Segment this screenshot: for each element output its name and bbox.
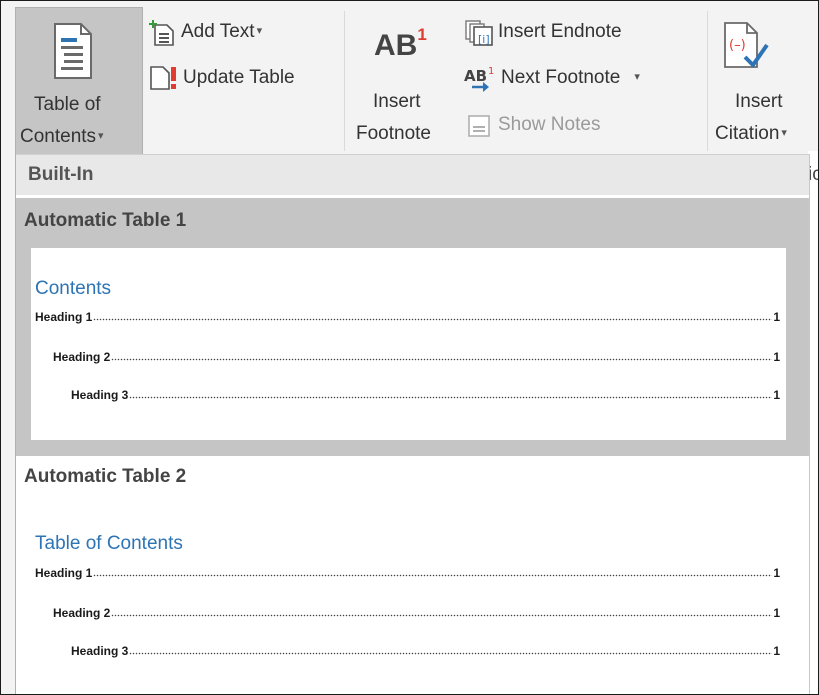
toc-entry: Heading 21 [53,350,780,364]
show-notes-icon [466,113,492,144]
ribbon-separator [707,11,708,151]
insert-citation-icon: (–) [723,21,769,76]
insert-endnote-button[interactable]: Insert Endnote [498,21,622,43]
chevron-down-icon: ▾ [98,130,104,142]
show-notes-button[interactable]: Show Notes [498,114,600,136]
preview-contents-title: Contents [35,278,112,299]
references-ribbon: Table of Contents ▾ Add Text ▾ Update Tabl… [1,1,818,156]
table-of-contents-button[interactable]: Table of Contents ▾ [15,7,143,156]
insert-citation-label-line2: Citation ▾ [715,123,787,144]
chevron-down-icon: ▾ [634,71,640,83]
next-footnote-button[interactable]: Next Footnote ▾ [501,67,640,89]
update-table-button[interactable]: Update Table [183,67,295,89]
svg-text:1: 1 [488,66,494,77]
insert-footnote-button[interactable]: AB1 Insert Footnote [356,21,458,151]
toc-entry: Heading 31 [71,388,780,402]
gallery-section-header: Built-In [16,154,809,195]
insert-citation-label-line1: Insert [735,91,783,112]
toc-entry: Heading 11 [35,566,780,580]
chevron-down-icon: ▾ [781,127,787,139]
add-text-button[interactable]: Add Text ▾ [181,21,262,43]
automatic-table-1-title: Automatic Table 1 [24,210,187,231]
toc-entry: Heading 11 [35,310,780,324]
insert-footnote-label-line2: Footnote [356,123,431,144]
table-of-contents-icon [53,22,93,85]
next-footnote-icon: AB 1 [464,65,498,98]
automatic-table-2-title: Automatic Table 2 [24,466,187,487]
svg-text:AB: AB [464,67,487,85]
toc-entry: Heading 31 [71,644,780,658]
insert-endnote-icon: [i] [464,19,496,52]
insert-footnote-icon: AB1 [374,25,427,62]
toc-entry: Heading 21 [53,606,780,620]
toc-label-line2: Contents ▾ [20,126,104,147]
update-table-icon [149,63,179,96]
chevron-down-icon: ▾ [256,25,263,37]
toc-gallery-dropdown: Built-In Automatic Table 1 Contents Head… [15,154,810,694]
insert-footnote-label-line1: Insert [373,91,421,112]
automatic-table-2-preview: Table of Contents Heading 11 Heading 21 … [31,506,786,694]
svg-text:[i]: [i] [478,33,490,46]
automatic-table-2-option[interactable]: Automatic Table 2 Table of Contents Head… [16,456,809,694]
svg-text:(–): (–) [729,38,746,53]
preview-table-of-contents-title: Table of Contents [35,533,183,554]
automatic-table-1-option[interactable]: Automatic Table 1 Contents Heading 11 He… [16,198,809,456]
ribbon-separator [344,11,345,151]
insert-citation-button[interactable]: (–) Insert Citation ▾ [713,15,818,151]
toc-label-line1: Table of [34,94,101,115]
word-window: Table of Contents ▾ Add Text ▾ Update Tabl… [0,0,819,695]
automatic-table-1-preview: Contents Heading 11 Heading 21 Heading 3… [31,248,786,440]
add-text-icon [149,19,177,52]
